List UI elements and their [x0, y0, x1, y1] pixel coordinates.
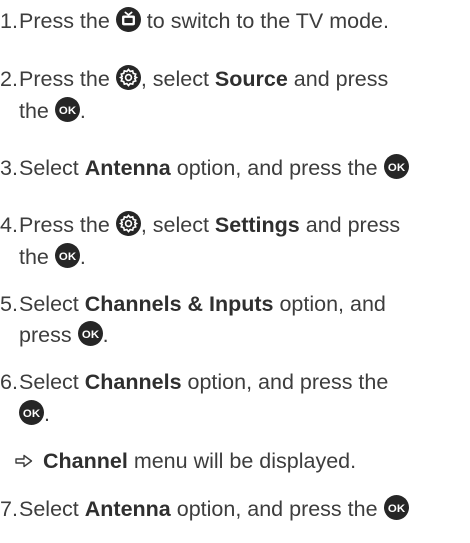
step-text: press .: [19, 320, 109, 351]
step-text-part: .: [79, 99, 86, 123]
menu-term: Channel: [43, 449, 128, 473]
step-text-part: .: [102, 323, 109, 347]
instruction-list: 1. Press the to switch to the TV mode. 2…: [0, 0, 470, 543]
step-number: 7.: [0, 497, 18, 521]
step-text-part: Press the: [19, 67, 110, 91]
step-text-part: and press: [305, 213, 401, 237]
step-text: Press the , select Settings and press: [19, 210, 400, 241]
menu-term: Antenna: [84, 156, 171, 180]
step-text: Press the to switch to the TV mode.: [19, 6, 389, 37]
step-text: Select Antenna option, and press the: [19, 494, 409, 525]
step-text-part: to switch to the TV mode.: [146, 9, 389, 33]
step-text: the .: [19, 96, 86, 127]
ok-button-icon: [55, 97, 80, 122]
step-text-part: press: [19, 323, 72, 347]
menu-term: Source: [214, 67, 288, 91]
step-number: 3.: [0, 156, 18, 180]
menu-term: Channels & Inputs: [84, 292, 274, 316]
settings-gear-icon: [116, 65, 141, 90]
step-number: 2.: [0, 67, 18, 91]
step-text-part: option, and press the: [176, 497, 378, 521]
step-text-part: .: [79, 245, 86, 269]
step-text-part: option, and: [279, 292, 386, 316]
ok-button-icon: [384, 154, 409, 179]
result-text: menu will be displayed.: [133, 449, 357, 473]
step-text-part: Press the: [19, 213, 110, 237]
step-text-part: Select: [19, 292, 79, 316]
result-arrow-icon: [15, 454, 33, 468]
ok-button-icon: [19, 400, 44, 425]
step-text-part: , select: [140, 67, 209, 91]
ok-button-icon: [384, 495, 409, 520]
ok-button-icon: [55, 243, 80, 268]
tv-icon: [116, 7, 141, 32]
step-text: Select Channels & Inputs option, and: [19, 289, 386, 320]
step-text: .: [19, 399, 50, 430]
step-text-part: and press: [293, 67, 389, 91]
step-text-part: .: [44, 402, 50, 426]
step-text: Select Channels option, and press the: [19, 367, 388, 398]
step-number: 6.: [0, 370, 18, 394]
step-text: Select Antenna option, and press the: [19, 153, 409, 184]
step-text-part: the: [19, 99, 49, 123]
step-text: the .: [19, 242, 86, 273]
step-number: 5.: [0, 292, 18, 316]
step-number: 1.: [0, 9, 18, 33]
step-text-part: option, and press the: [176, 156, 378, 180]
step-text-part: option, and press the: [187, 370, 389, 394]
step-text-part: , select: [140, 213, 209, 237]
step-text: Press the , select Source and press: [19, 64, 388, 95]
settings-gear-icon: [116, 211, 141, 236]
menu-term: Antenna: [84, 497, 171, 521]
step-text-part: Select: [19, 156, 79, 180]
result-note: Channel menu will be displayed.: [15, 446, 356, 477]
step-text-part: Select: [19, 370, 79, 394]
step-number: 4.: [0, 213, 18, 237]
step-text-part: Press the: [19, 9, 110, 33]
step-text-part: Select: [19, 497, 79, 521]
step-text-part: the: [19, 245, 49, 269]
menu-term: Channels: [84, 370, 182, 394]
ok-button-icon: [78, 321, 103, 346]
menu-term: Settings: [214, 213, 300, 237]
